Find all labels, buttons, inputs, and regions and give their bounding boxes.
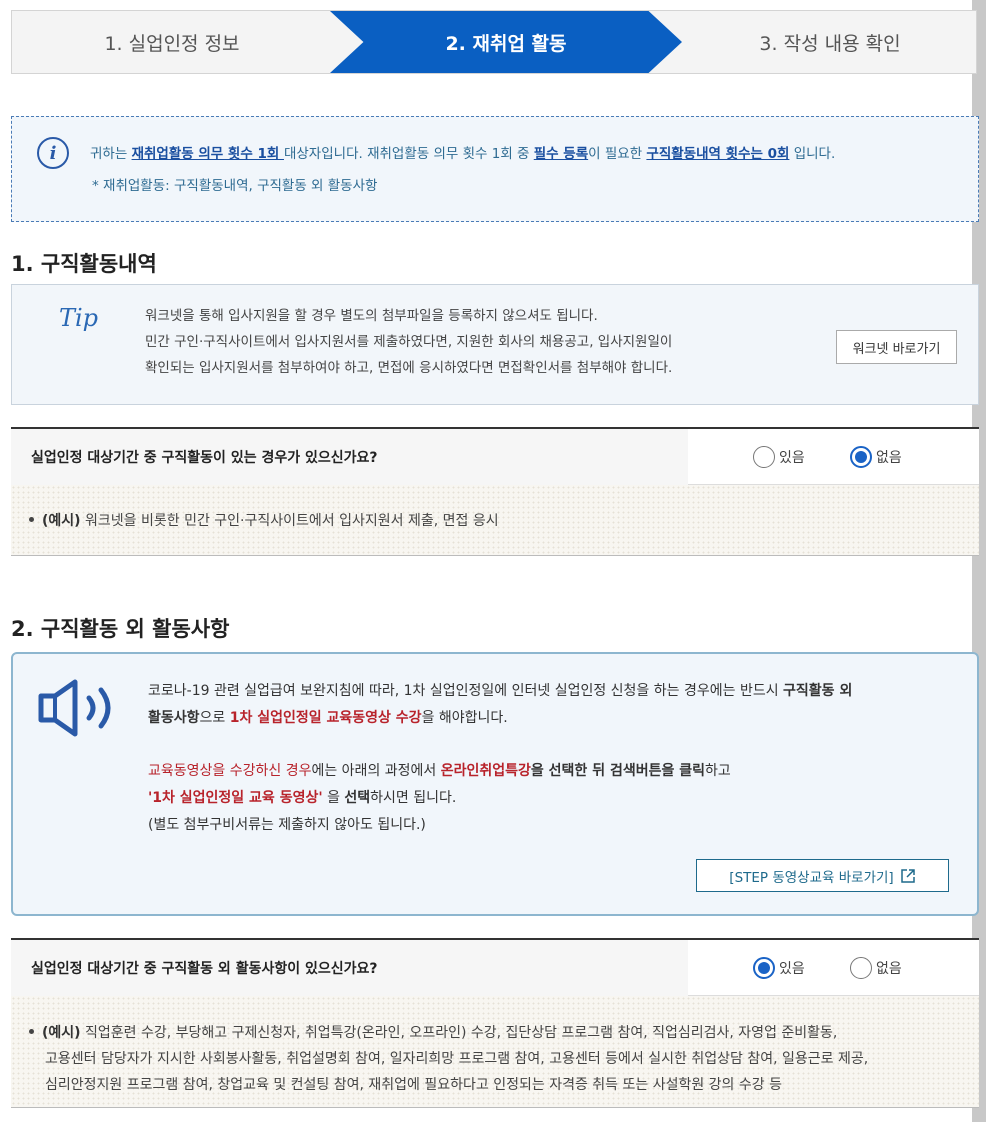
job-search-question: 실업인정 대상기간 중 구직활동이 있는 경우가 있으신가요? 있음 없음 [11, 427, 979, 485]
step-3: 3. 작성 내용 확인 [759, 32, 901, 55]
covid-notice-box: 코로나-19 관련 실업급여 보완지침에 따라, 1차 실업인정일에 인터넷 실… [11, 652, 979, 916]
step-1: 1. 실업인정 정보 [104, 32, 240, 55]
radio-label: 있음 [779, 961, 805, 977]
job-search-question-label: 실업인정 대상기간 중 구직활동이 있는 경우가 있으신가요? [11, 429, 688, 485]
text-bold: 을 선택한 뒤 검색버튼을 클릭 [530, 763, 705, 779]
text: (별도 첨부구비서류는 제출하지 않아도 됩니다.) [148, 817, 426, 833]
notice-part: 대상자입니다. 재취업활동 의무 횟수 1회 중 [283, 146, 534, 162]
external-link-icon [900, 868, 915, 883]
radio-circle-checked[interactable] [753, 957, 775, 979]
info-icon: i [37, 137, 69, 169]
covid-notice-text: 코로나-19 관련 실업급여 보완지침에 따라, 1차 실업인정일에 인터넷 실… [148, 678, 852, 839]
notice-highlight-job-search-count: 구직활동내역 횟수는 0회 [646, 146, 790, 162]
radio-label: 없음 [876, 961, 902, 977]
text: 코로나-19 관련 실업급여 보완지침에 따라, 1차 실업인정일에 인터넷 실… [148, 683, 784, 699]
other-activity-no-radio[interactable]: 없음 [850, 957, 902, 979]
tip-mark-text: Tip [59, 304, 99, 332]
other-activity-yes-radio[interactable]: 있음 [753, 957, 805, 979]
text: 을 해야합니다. [421, 710, 508, 726]
radio-label: 있음 [779, 450, 805, 466]
radio-label: 없음 [876, 450, 902, 466]
text-red-bold: 1차 실업인정일 교육동영상 수강 [229, 710, 422, 726]
tip-line: 확인되는 입사지원서를 첨부하여야 하고, 면접에 응시하였다면 면접확인서를 … [145, 360, 673, 376]
text-red-bold: 온라인취업특강 [440, 763, 531, 779]
text: 을 [322, 790, 345, 806]
other-activity-example: (예시) 직업훈련 수강, 부당해고 구제신청자, 취업특강(온라인, 오프라인… [11, 996, 979, 1108]
worknet-link-button[interactable]: 워크넷 바로가기 [836, 330, 957, 364]
section-2-title: 2. 구직활동 외 활동사항 [11, 617, 230, 641]
radio-circle-checked[interactable] [850, 446, 872, 468]
text: 에는 아래의 과정에서 [311, 763, 441, 779]
section-1-title: 1. 구직활동내역 [11, 252, 157, 276]
other-activity-question-label: 실업인정 대상기간 중 구직활동 외 활동사항이 있으신가요? [11, 940, 688, 996]
example-prefix: (예시) [42, 513, 81, 529]
notice-part: 입니다. [789, 146, 836, 162]
text: 하고 [704, 763, 731, 779]
notice-text: 귀하는 재취업활동 의무 횟수 1회 대상자입니다. 재취업활동 의무 횟수 1… [90, 142, 835, 162]
step-indicator: 1. 실업인정 정보 2. 재취업 활동 3. 작성 내용 확인 [11, 10, 977, 74]
example-text: 고용센터 담당자가 지시한 사회봉사활동, 취업설명회 참여, 일자리희망 프로… [45, 1051, 869, 1067]
text-red-bold: '1차 실업인정일 교육 동영상' [148, 790, 323, 806]
bullet-icon [29, 1029, 34, 1034]
job-search-example: (예시) 워크넷을 비롯한 민간 구인·구직사이트에서 입사지원서 제출, 면접… [11, 485, 979, 556]
job-search-no-radio[interactable]: 없음 [850, 446, 902, 468]
text: 하시면 됩니다. [370, 790, 457, 806]
notice-part: 귀하는 [90, 146, 132, 162]
example-text: 직업훈련 수강, 부당해고 구제신청자, 취업특강(온라인, 오프라인) 수강,… [80, 1025, 838, 1041]
bullet-icon [29, 517, 34, 522]
text-red: 교육동영상을 수강하신 경우 [148, 763, 312, 779]
tip-icon: Tip [59, 304, 98, 332]
radio-circle[interactable] [753, 446, 775, 468]
other-activity-question: 실업인정 대상기간 중 구직활동 외 활동사항이 있으신가요? 있음 없음 [11, 938, 979, 996]
example-prefix: (예시) [42, 1025, 81, 1041]
job-search-yes-radio[interactable]: 있음 [753, 446, 805, 468]
text-bold: 선택 [344, 790, 371, 806]
tip-line: 워크넷을 통해 입사지원을 할 경우 별도의 첨부파일을 등록하지 않으셔도 됩… [145, 308, 598, 324]
page: 1. 실업인정 정보 2. 재취업 활동 3. 작성 내용 확인 i 귀하는 재… [0, 0, 979, 1122]
step-2: 2. 재취업 활동 [445, 32, 567, 55]
example-text: 심리안정지원 프로그램 참여, 창업교육 및 컨설팅 참여, 재취업에 필요하다… [45, 1077, 782, 1093]
info-notice: i 귀하는 재취업활동 의무 횟수 1회 대상자입니다. 재취업활동 의무 횟수… [11, 116, 979, 222]
tip-text: 워크넷을 통해 입사지원을 할 경우 별도의 첨부파일을 등록하지 않으셔도 됩… [145, 303, 672, 381]
notice-highlight-duty-count: 재취업활동 의무 횟수 1회 [131, 146, 284, 162]
text-bold: 활동사항 [148, 710, 200, 726]
example-text: 워크넷을 비롯한 민간 구인·구직사이트에서 입사지원서 제출, 면접 응시 [80, 513, 499, 529]
text-bold: 구직활동 외 [783, 683, 853, 699]
notice-highlight-required: 필수 등록 [533, 146, 589, 162]
notice-part: 이 필요한 [588, 146, 647, 162]
speaker-icon [37, 678, 119, 742]
button-label: [STEP 동영상교육 바로가기] [729, 869, 894, 886]
tip-line: 민간 구인·구직사이트에서 입사지원서를 제출하였다면, 지원한 회사의 채용공… [145, 334, 673, 350]
tip-box: Tip 워크넷을 통해 입사지원을 할 경우 별도의 첨부파일을 등록하지 않으… [11, 284, 979, 405]
notice-footnote: * 재취업활동: 구직활동내역, 구직활동 외 활동사항 [92, 178, 378, 194]
radio-circle[interactable] [850, 957, 872, 979]
text: 으로 [199, 710, 230, 726]
step-video-link-button[interactable]: [STEP 동영상교육 바로가기] [696, 859, 949, 892]
